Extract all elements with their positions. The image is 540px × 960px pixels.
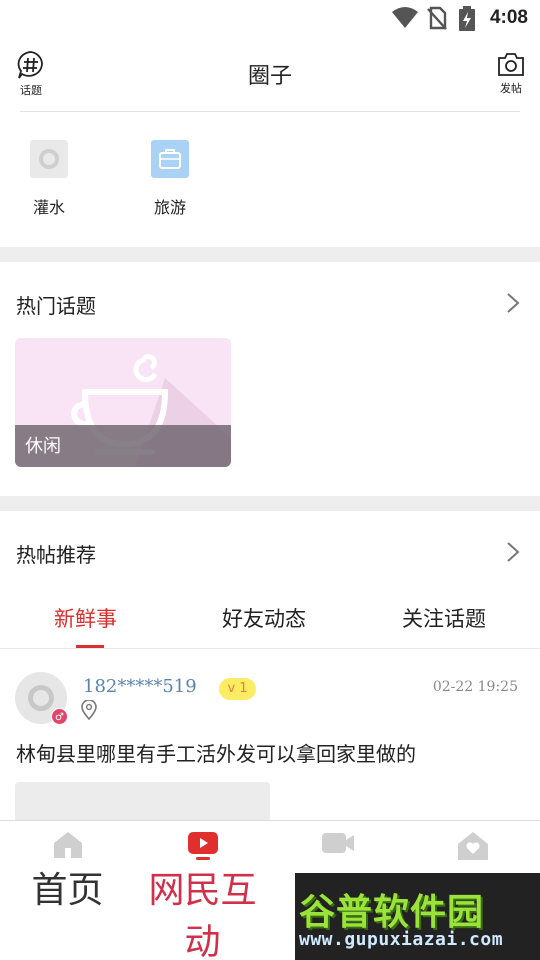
section-gap bbox=[0, 247, 540, 262]
hot-topics-section: 热门话题 休闲 bbox=[0, 262, 540, 496]
male-gender-icon: ♂ bbox=[51, 708, 68, 725]
house-heart-icon bbox=[456, 830, 490, 866]
topic-card-label: 休闲 bbox=[25, 436, 61, 457]
post-label: 发帖 bbox=[500, 82, 522, 95]
circle-categories: 灌水 旅游 bbox=[0, 112, 540, 246]
circle-label: 旅游 bbox=[153, 198, 186, 217]
app-header: 话题 圈子 发帖 bbox=[0, 36, 540, 112]
nav-interaction-label-line2: 动 bbox=[184, 922, 221, 960]
home-icon bbox=[52, 830, 84, 864]
hot-topics-title: 热门话题 bbox=[16, 294, 96, 318]
nav-home[interactable]: 首页 bbox=[0, 821, 135, 960]
hot-posts-section: 热帖推荐 新鲜事 好友动态 关注话题 ♂ 182*****519 v 1 02-… bbox=[0, 511, 540, 832]
post-button[interactable]: 发帖 bbox=[486, 50, 536, 96]
suitcase-icon bbox=[151, 140, 189, 178]
nav-netizen-interaction[interactable]: 网民互 动 bbox=[135, 821, 270, 960]
tab-friend-activity[interactable]: 好友动态 bbox=[222, 603, 306, 633]
avatar-placeholder-icon bbox=[28, 685, 54, 711]
placeholder-circle-icon bbox=[30, 140, 68, 178]
topic-card-leisure[interactable]: 休闲 bbox=[15, 338, 231, 467]
nav-interaction-label: 网民互 动 bbox=[135, 865, 270, 960]
video-camera-icon bbox=[321, 830, 355, 860]
screen: 4:08 话题 圈子 发帖 灌水 旅游 热门话题 休闲 热帖推荐 新鲜事 好友动… bbox=[0, 0, 540, 960]
avatar[interactable]: ♂ bbox=[15, 672, 68, 725]
tab-followed-topics[interactable]: 关注话题 bbox=[402, 603, 486, 633]
nav-interaction-label-line1: 网民互 bbox=[148, 870, 257, 911]
status-time: 4:08 bbox=[489, 7, 528, 28]
post-username[interactable]: 182*****519 bbox=[83, 676, 197, 697]
circle-label: 灌水 bbox=[32, 198, 65, 217]
nav-home-label: 首页 bbox=[31, 870, 104, 911]
section-gap bbox=[0, 496, 540, 511]
post-time: 02-22 19:25 bbox=[432, 679, 518, 695]
circle-item-travel[interactable]: 旅游 bbox=[135, 140, 205, 218]
no-sim-icon bbox=[426, 6, 448, 34]
wifi-icon bbox=[391, 6, 419, 34]
level-badge: v 1 bbox=[219, 678, 256, 700]
post-content[interactable]: 林甸县里哪里有手工活外发可以拿回家里做的 bbox=[16, 738, 416, 767]
tabs-divider bbox=[0, 648, 540, 649]
status-bar: 4:08 bbox=[0, 0, 540, 36]
battery-charging-icon bbox=[458, 6, 476, 36]
tab-fresh-news[interactable]: 新鲜事 bbox=[54, 603, 117, 633]
watermark-url: www.gupuxiazai.com bbox=[299, 929, 504, 950]
page-title: 圈子 bbox=[247, 64, 292, 89]
play-icon bbox=[187, 830, 219, 866]
watermark-logo-text: 谷普软件园 bbox=[299, 892, 485, 933]
location-pin-icon bbox=[81, 699, 97, 724]
circle-item-guanshui[interactable]: 灌水 bbox=[14, 140, 84, 218]
hot-posts-title: 热帖推荐 bbox=[16, 543, 96, 567]
chevron-right-icon[interactable] bbox=[506, 292, 520, 318]
watermark-logo: 谷普软件园 www.gupuxiazai.com bbox=[295, 873, 540, 960]
chevron-right-icon[interactable] bbox=[506, 541, 520, 567]
